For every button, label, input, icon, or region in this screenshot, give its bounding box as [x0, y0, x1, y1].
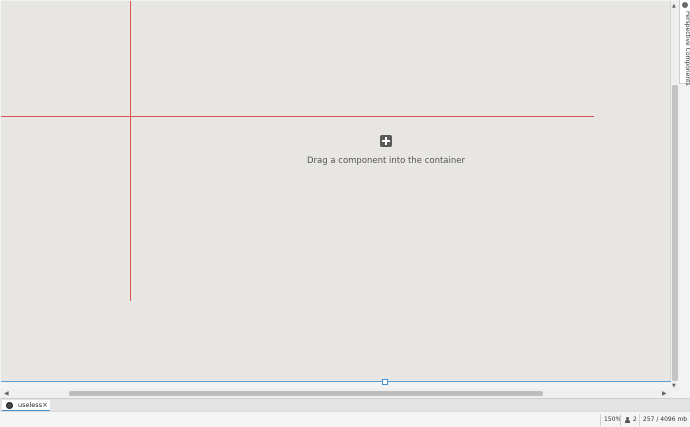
- designer-window: Drag a component into the container ▲ ▼ …: [0, 0, 690, 427]
- zoom-level[interactable]: 150%: [600, 414, 621, 426]
- close-icon[interactable]: ×: [42, 400, 48, 410]
- tab-label: useless: [18, 401, 43, 409]
- container-resize-handle[interactable]: [382, 379, 388, 385]
- perspective-view-icon: [6, 402, 13, 409]
- component-icon: [682, 2, 688, 8]
- tab-useless[interactable]: useless ×: [2, 400, 50, 411]
- plus-square-icon: [380, 135, 392, 147]
- drop-hint-text: Drag a component into the container: [307, 156, 465, 166]
- perspective-components-panel-tab[interactable]: Perspective Components: [679, 0, 690, 86]
- vertical-guide-line: [130, 1, 131, 301]
- view-tab-bar: useless ×: [0, 398, 690, 411]
- scroll-up-icon[interactable]: ▲: [672, 3, 676, 9]
- scroll-left-icon[interactable]: ◀: [4, 390, 9, 397]
- view-canvas[interactable]: Drag a component into the container: [1, 1, 671, 382]
- horizontal-scroll-thumb[interactable]: [69, 391, 543, 396]
- horizontal-guide-line: [1, 116, 594, 117]
- active-users[interactable]: 2: [620, 414, 639, 426]
- vertical-scroll-thumb[interactable]: [672, 85, 678, 381]
- container-selection-outline: [1, 381, 671, 382]
- users-count: 2: [633, 416, 637, 423]
- memory-usage: 257 / 4096 mb: [639, 414, 690, 426]
- horizontal-scrollbar[interactable]: ◀ ▶: [1, 389, 671, 398]
- vertical-scrollbar[interactable]: ▲ ▼: [671, 1, 679, 391]
- scroll-down-icon[interactable]: ▼: [672, 383, 676, 389]
- users-icon: [625, 417, 631, 423]
- status-bar: 150% 2 257 / 4096 mb: [0, 411, 690, 427]
- perspective-components-label: Perspective Components: [684, 11, 690, 86]
- scroll-right-icon[interactable]: ▶: [662, 390, 667, 397]
